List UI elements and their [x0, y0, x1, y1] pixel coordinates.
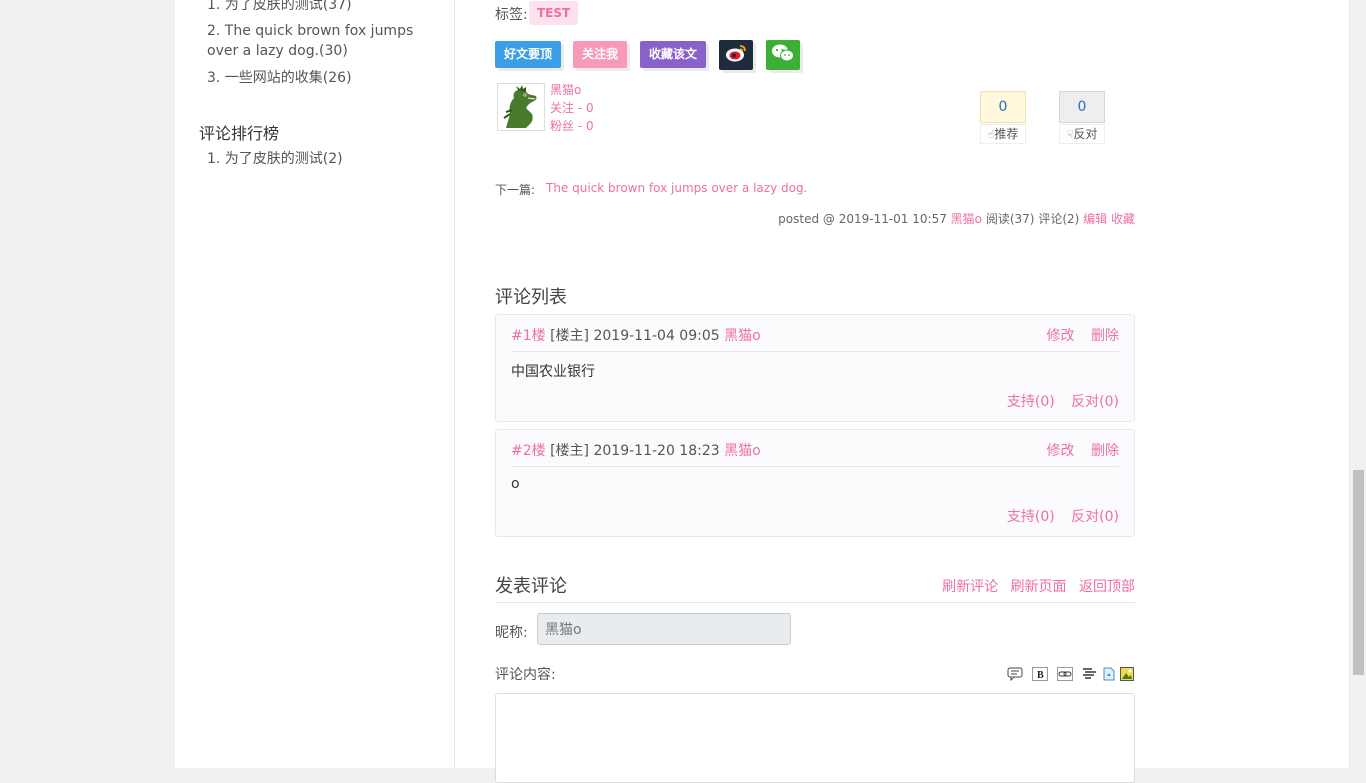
comment-delete-link[interactable]: 删除 [1091, 328, 1119, 344]
image-icon[interactable] [1119, 666, 1135, 682]
page-scrollbar[interactable] [1349, 0, 1366, 768]
post-favorite-link[interactable]: 收藏 [1111, 212, 1135, 226]
author-avatar[interactable] [497, 83, 545, 131]
comment-body: 中国农业银行 [511, 364, 595, 380]
comment-author-link[interactable]: 黑猫o [724, 328, 761, 344]
author-fans-count[interactable]: 粉丝 - 0 [550, 117, 594, 134]
scrollbar-thumb[interactable] [1353, 470, 1364, 675]
follow-button[interactable]: 关注我 [573, 41, 627, 68]
comment-body: o [511, 476, 520, 492]
tag-label: 标签: [495, 7, 528, 23]
post-edit-link[interactable]: 编辑 [1083, 212, 1107, 226]
comment-edit-link[interactable]: 修改 [1047, 328, 1075, 344]
comment-support-link[interactable]: 支持(0) [1007, 394, 1055, 410]
comment-header: #2楼 [楼主] 2019-11-20 18:23 黑猫o 修改 删除 [511, 440, 1119, 467]
nickname-input[interactable] [537, 613, 791, 645]
nickname-label: 昵称: [495, 625, 528, 641]
comment-role: [楼主] [550, 443, 590, 459]
comment-edit-link[interactable]: 修改 [1047, 443, 1075, 459]
comment-floor-link[interactable]: #1楼 [511, 328, 546, 344]
refresh-page-link[interactable]: 刷新页面 [1011, 579, 1067, 595]
post-read-count: 阅读(37) [985, 212, 1035, 226]
sidebar: 1. 为了皮肤的测试(37) 2. The quick brown fox ju… [175, 0, 455, 768]
read-rank-item[interactable]: 3. 一些网站的收集(26) [207, 68, 447, 88]
refresh-comments-link[interactable]: 刷新评论 [942, 579, 998, 595]
author-follow-count[interactable]: 关注 - 0 [550, 99, 594, 116]
read-rank-item[interactable]: 2. The quick brown fox jumps over a lazy… [207, 21, 443, 61]
comment-role: [楼主] [550, 328, 590, 344]
digg-count-box[interactable]: 0 [980, 91, 1026, 123]
digg-label: 推荐 [994, 127, 1019, 141]
back-to-top-link[interactable]: 返回顶部 [1079, 579, 1135, 595]
comment-textarea[interactable] [495, 693, 1135, 783]
image-upload-icon[interactable] [1101, 666, 1117, 682]
post-comment-header: 发表评论 刷新评论 刷新页面 返回顶部 [495, 572, 1135, 603]
read-rank-item[interactable]: 1. 为了皮肤的测试(37) [207, 0, 447, 15]
comment-content-label: 评论内容: [495, 667, 556, 683]
comment-oppose-link[interactable]: 反对(0) [1071, 394, 1119, 410]
comment-support-link[interactable]: 支持(0) [1007, 509, 1055, 525]
bold-icon[interactable]: B [1032, 666, 1048, 682]
post-author-link[interactable]: 黑猫o [951, 212, 982, 226]
weibo-icon [724, 43, 748, 67]
wechat-icon [771, 43, 795, 67]
page-container: 1. 为了皮肤的测试(37) 2. The quick brown fox ju… [175, 0, 1350, 783]
comment-header: #1楼 [楼主] 2019-11-04 09:05 黑猫o 修改 删除 [511, 325, 1119, 352]
weibo-share-button[interactable] [719, 40, 753, 70]
favorite-button[interactable]: 收藏该文 [640, 41, 706, 68]
svg-text:B: B [1037, 670, 1044, 681]
next-post-link[interactable]: The quick brown fox jumps over a lazy do… [546, 181, 807, 195]
comment-oppose-link[interactable]: 反对(0) [1071, 509, 1119, 525]
digg-button[interactable]: 好文要顶 [495, 41, 561, 68]
comment-date: 2019-11-04 09:05 [593, 328, 720, 344]
post-comment-title: 发表评论 [495, 576, 567, 597]
comment-list-title: 评论列表 [495, 287, 567, 308]
post-date: posted @ 2019-11-01 10:57 [778, 212, 947, 226]
quote-icon[interactable] [1007, 666, 1023, 682]
author-name-link[interactable]: 黑猫o [550, 81, 581, 98]
tag-badge[interactable]: TEST [529, 1, 579, 25]
digg-vote-button[interactable]: ☝推荐 [980, 124, 1026, 144]
comment-item: #1楼 [楼主] 2019-11-04 09:05 黑猫o 修改 删除 中国农业… [495, 314, 1135, 422]
comment-rank-item[interactable]: 1. 为了皮肤的测试(2) [207, 149, 447, 169]
comment-delete-link[interactable]: 删除 [1091, 443, 1119, 459]
code-icon[interactable] [1082, 666, 1098, 682]
next-post-label: 下一篇: [495, 183, 536, 197]
link-icon[interactable] [1057, 666, 1073, 682]
comment-item: #2楼 [楼主] 2019-11-20 18:23 黑猫o 修改 删除 o 支持… [495, 429, 1135, 537]
comment-floor-link[interactable]: #2楼 [511, 443, 546, 459]
comment-date: 2019-11-20 18:23 [593, 443, 720, 459]
post-comment-count: 评论(2) [1038, 212, 1080, 226]
wechat-share-button[interactable] [766, 40, 800, 70]
post-desc: posted @ 2019-11-01 10:57 黑猫o 阅读(37) 评论(… [778, 210, 1135, 227]
comment-rank-title: 评论排行榜 [199, 124, 280, 143]
bury-vote-button[interactable]: ☟反对 [1059, 124, 1105, 144]
comment-author-link[interactable]: 黑猫o [724, 443, 761, 459]
bury-label: 反对 [1073, 127, 1098, 141]
bury-count-box[interactable]: 0 [1059, 91, 1105, 123]
